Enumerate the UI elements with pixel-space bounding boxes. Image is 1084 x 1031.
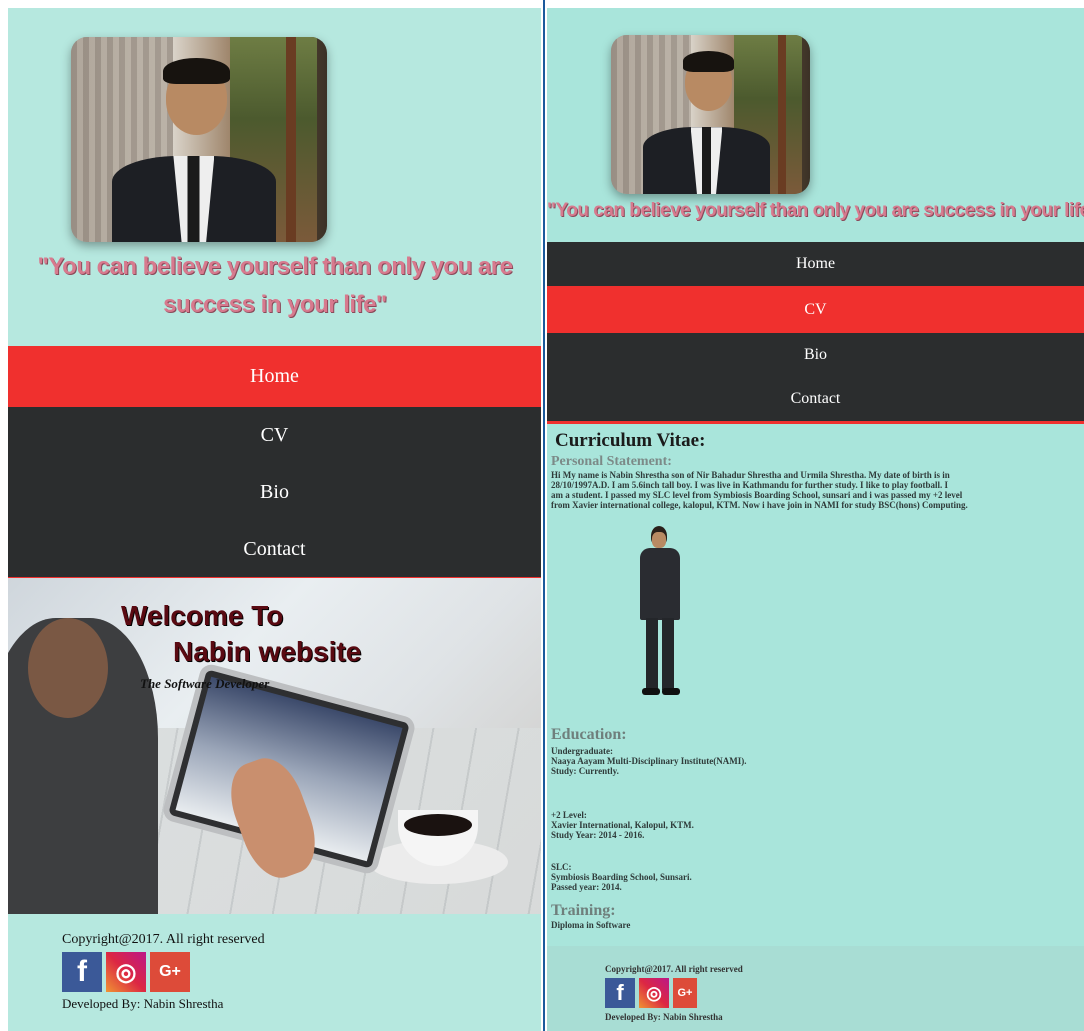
social-icons: f ◎ G+ xyxy=(605,978,743,1008)
personal-statement-line: from Xavier international college, kalop… xyxy=(551,500,968,510)
motto-quote: "You can believe yourself than only you … xyxy=(547,200,1084,221)
education-line: Undergraduate: xyxy=(551,746,613,756)
instagram-icon[interactable]: ◎ xyxy=(639,978,669,1008)
google-plus-icon[interactable]: G+ xyxy=(150,952,190,992)
nav-cv[interactable]: CV xyxy=(547,286,1084,333)
training-text: Diploma in Software xyxy=(551,920,631,930)
cv-title: Curriculum Vitae: xyxy=(555,430,706,451)
personal-statement-heading: Personal Statement: xyxy=(551,454,672,469)
education-line: Study Year: 2014 - 2016. xyxy=(551,830,645,840)
instagram-icon[interactable]: ◎ xyxy=(106,952,146,992)
education-line: Naaya Aayam Multi-Disciplinary Institute… xyxy=(551,756,747,766)
standing-portrait xyxy=(632,526,688,696)
panel-divider xyxy=(543,0,545,1031)
copyright-text: Copyright@2017. All right reserved xyxy=(62,932,265,947)
motto-quote: "You can believe yourself than only you … xyxy=(37,253,513,318)
nav-home[interactable]: Home xyxy=(547,242,1084,286)
facebook-icon[interactable]: f xyxy=(605,978,635,1008)
hero-banner: Welcome To Nabin website The Software De… xyxy=(8,578,541,914)
education-line: Xavier International, Kalopul, KTM. xyxy=(551,820,694,830)
education-slc: SLC: Symbiosis Boarding School, Sunsari.… xyxy=(551,862,1081,892)
education-undergraduate: Undergraduate: Naaya Aayam Multi-Discipl… xyxy=(551,746,1081,776)
education-section: Education: Undergraduate: Naaya Aayam Mu… xyxy=(551,726,1081,930)
education-line: +2 Level: xyxy=(551,810,587,820)
developer-credit: Developed By: Nabin Shrestha xyxy=(62,996,224,1011)
training-heading: Training: xyxy=(551,902,616,919)
hero-welcome-line1: Welcome To xyxy=(121,600,284,631)
cv-section: Curriculum Vitae: Personal Statement: Hi… xyxy=(551,430,1081,510)
main-nav: Home CV Bio Contact xyxy=(547,242,1084,424)
nav-home[interactable]: Home xyxy=(8,346,541,407)
education-line: SLC: xyxy=(551,862,572,872)
footer: Copyright@2017. All right reserved f ◎ G… xyxy=(547,946,1084,1031)
left-page-home: "You can believe yourself than only you … xyxy=(8,8,541,1031)
developer-credit: Developed By: Nabin Shrestha xyxy=(605,1012,723,1022)
profile-photo xyxy=(611,35,810,194)
education-plus-two: +2 Level: Xavier International, Kalopul,… xyxy=(551,810,1081,840)
personal-statement-line: am a student. I passed my SLC level from… xyxy=(551,490,963,500)
hero-welcome-line2: Nabin website xyxy=(173,636,362,667)
education-line: Symbiosis Boarding School, Sunsari. xyxy=(551,872,692,882)
nav-cv[interactable]: CV xyxy=(8,407,541,464)
education-heading: Education: xyxy=(551,726,627,743)
nav-contact[interactable]: Contact xyxy=(547,377,1084,421)
nav-bio[interactable]: Bio xyxy=(547,333,1084,377)
google-plus-icon[interactable]: G+ xyxy=(673,978,697,1008)
education-line: Passed year: 2014. xyxy=(551,882,622,892)
hero-tagline: The Software Developer xyxy=(140,676,270,691)
nav-contact[interactable]: Contact xyxy=(8,521,541,577)
copyright-text: Copyright@2017. All right reserved xyxy=(605,964,743,974)
profile-photo xyxy=(71,37,327,242)
personal-statement-line: Hi My name is Nabin Shrestha son of Nir … xyxy=(551,470,950,480)
footer: Copyright@2017. All right reserved f ◎ G… xyxy=(62,932,541,1012)
personal-statement-line: 28/10/1997A.D. I am 5.6inch tall boy. I … xyxy=(551,480,948,490)
right-page-cv: "You can believe yourself than only you … xyxy=(547,8,1084,1031)
social-icons: f ◎ G+ xyxy=(62,952,541,992)
education-line: Study: Currently. xyxy=(551,766,619,776)
main-nav: Home CV Bio Contact xyxy=(8,346,541,581)
nav-bio[interactable]: Bio xyxy=(8,464,541,521)
facebook-icon[interactable]: f xyxy=(62,952,102,992)
